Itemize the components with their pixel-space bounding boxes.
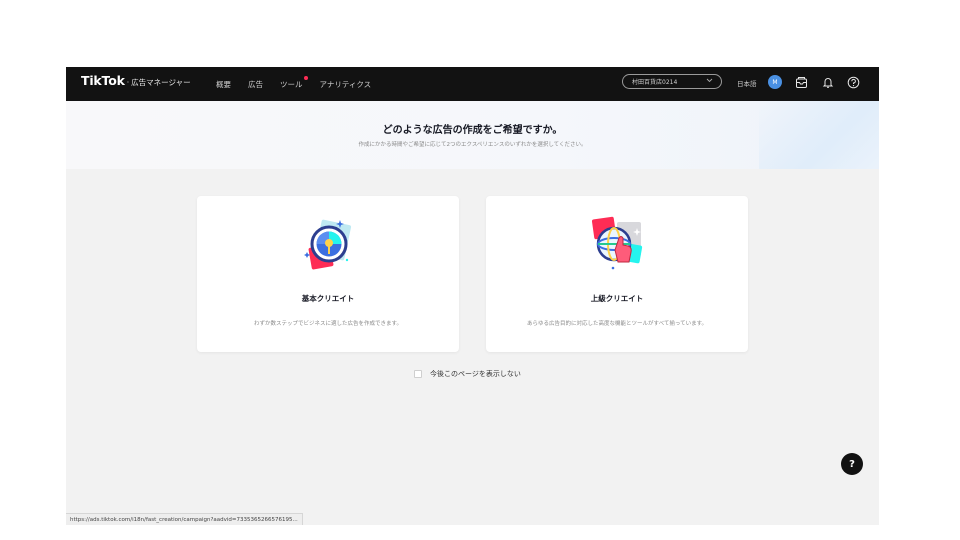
nav-item-tools-label: ツール bbox=[280, 79, 303, 89]
language-selector[interactable]: 日本語 bbox=[737, 78, 757, 88]
card-title: 基本クリエイト bbox=[301, 294, 355, 303]
inbox-icon[interactable] bbox=[794, 75, 808, 89]
main-nav: 概要 広告 ツール アナリティクス bbox=[216, 67, 388, 101]
target-illustration-icon bbox=[298, 214, 360, 276]
basic-create-card[interactable]: 基本クリエイト わずか数ステップでビジネスに適した広告を作成できます。 bbox=[197, 196, 459, 352]
page-subtitle: 作成にかかる時間やご希望に応じて2つのエクスペリエンスのいずれかを選択してくださ… bbox=[358, 142, 587, 148]
help-floating-button[interactable]: ? bbox=[841, 453, 863, 475]
dont-show-again-checkbox[interactable] bbox=[414, 370, 422, 378]
advanced-create-card[interactable]: 上級クリエイト あらゆる広告目的に対応した高度な機能とツールがすべて揃っています… bbox=[486, 196, 748, 352]
notification-dot bbox=[303, 75, 308, 80]
dont-show-again-label: 今後このページを表示しない bbox=[430, 370, 521, 378]
bell-icon[interactable] bbox=[821, 75, 835, 89]
account-name: 村田百貨店0214 bbox=[632, 79, 678, 86]
nav-item-overview[interactable]: 概要 bbox=[216, 79, 231, 90]
avatar-initial: M bbox=[772, 78, 778, 86]
status-bar-url: https://ads.tiktok.com/i18n/fast_creatio… bbox=[66, 513, 303, 525]
chevron-down-icon bbox=[706, 78, 713, 85]
tiktok-ads-logo[interactable]: TikTok · 広告マネージャー bbox=[81, 73, 191, 88]
nav-item-analytics[interactable]: アナリティクス bbox=[320, 79, 372, 90]
question-mark-icon: ? bbox=[849, 458, 855, 470]
help-circle-icon[interactable] bbox=[846, 75, 860, 89]
browser-viewport: TikTok · 広告マネージャー 概要 広告 ツール アナリティクス 村田百貨店0… bbox=[66, 67, 879, 525]
account-selector[interactable]: 村田百貨店0214 bbox=[622, 74, 722, 89]
page-title: どのような広告の作成をご希望ですか。 bbox=[382, 125, 563, 136]
nav-item-ads[interactable]: 広告 bbox=[248, 79, 263, 90]
globe-hand-illustration-icon bbox=[587, 214, 649, 276]
nav-item-tools[interactable]: ツール bbox=[280, 75, 308, 90]
product-name: 広告マネージャー bbox=[131, 78, 191, 87]
card-description: あらゆる広告目的に対応した高度な機能とツールがすべて揃っています。 bbox=[526, 321, 708, 327]
brand-name: TikTok bbox=[81, 73, 125, 88]
top-navigation-bar: TikTok · 広告マネージャー 概要 広告 ツール アナリティクス 村田百貨店0… bbox=[66, 67, 879, 101]
brand-separator: · bbox=[126, 78, 130, 87]
card-title: 上級クリエイト bbox=[590, 294, 644, 303]
dont-show-again-option[interactable]: 今後このページを表示しない bbox=[414, 369, 521, 379]
page-header: どのような広告の作成をご希望ですか。 作成にかかる時間やご希望に応じて2つのエク… bbox=[66, 101, 879, 169]
avatar[interactable]: M bbox=[768, 75, 782, 89]
card-description: わずか数ステップでビジネスに適した広告を作成できます。 bbox=[254, 321, 402, 327]
